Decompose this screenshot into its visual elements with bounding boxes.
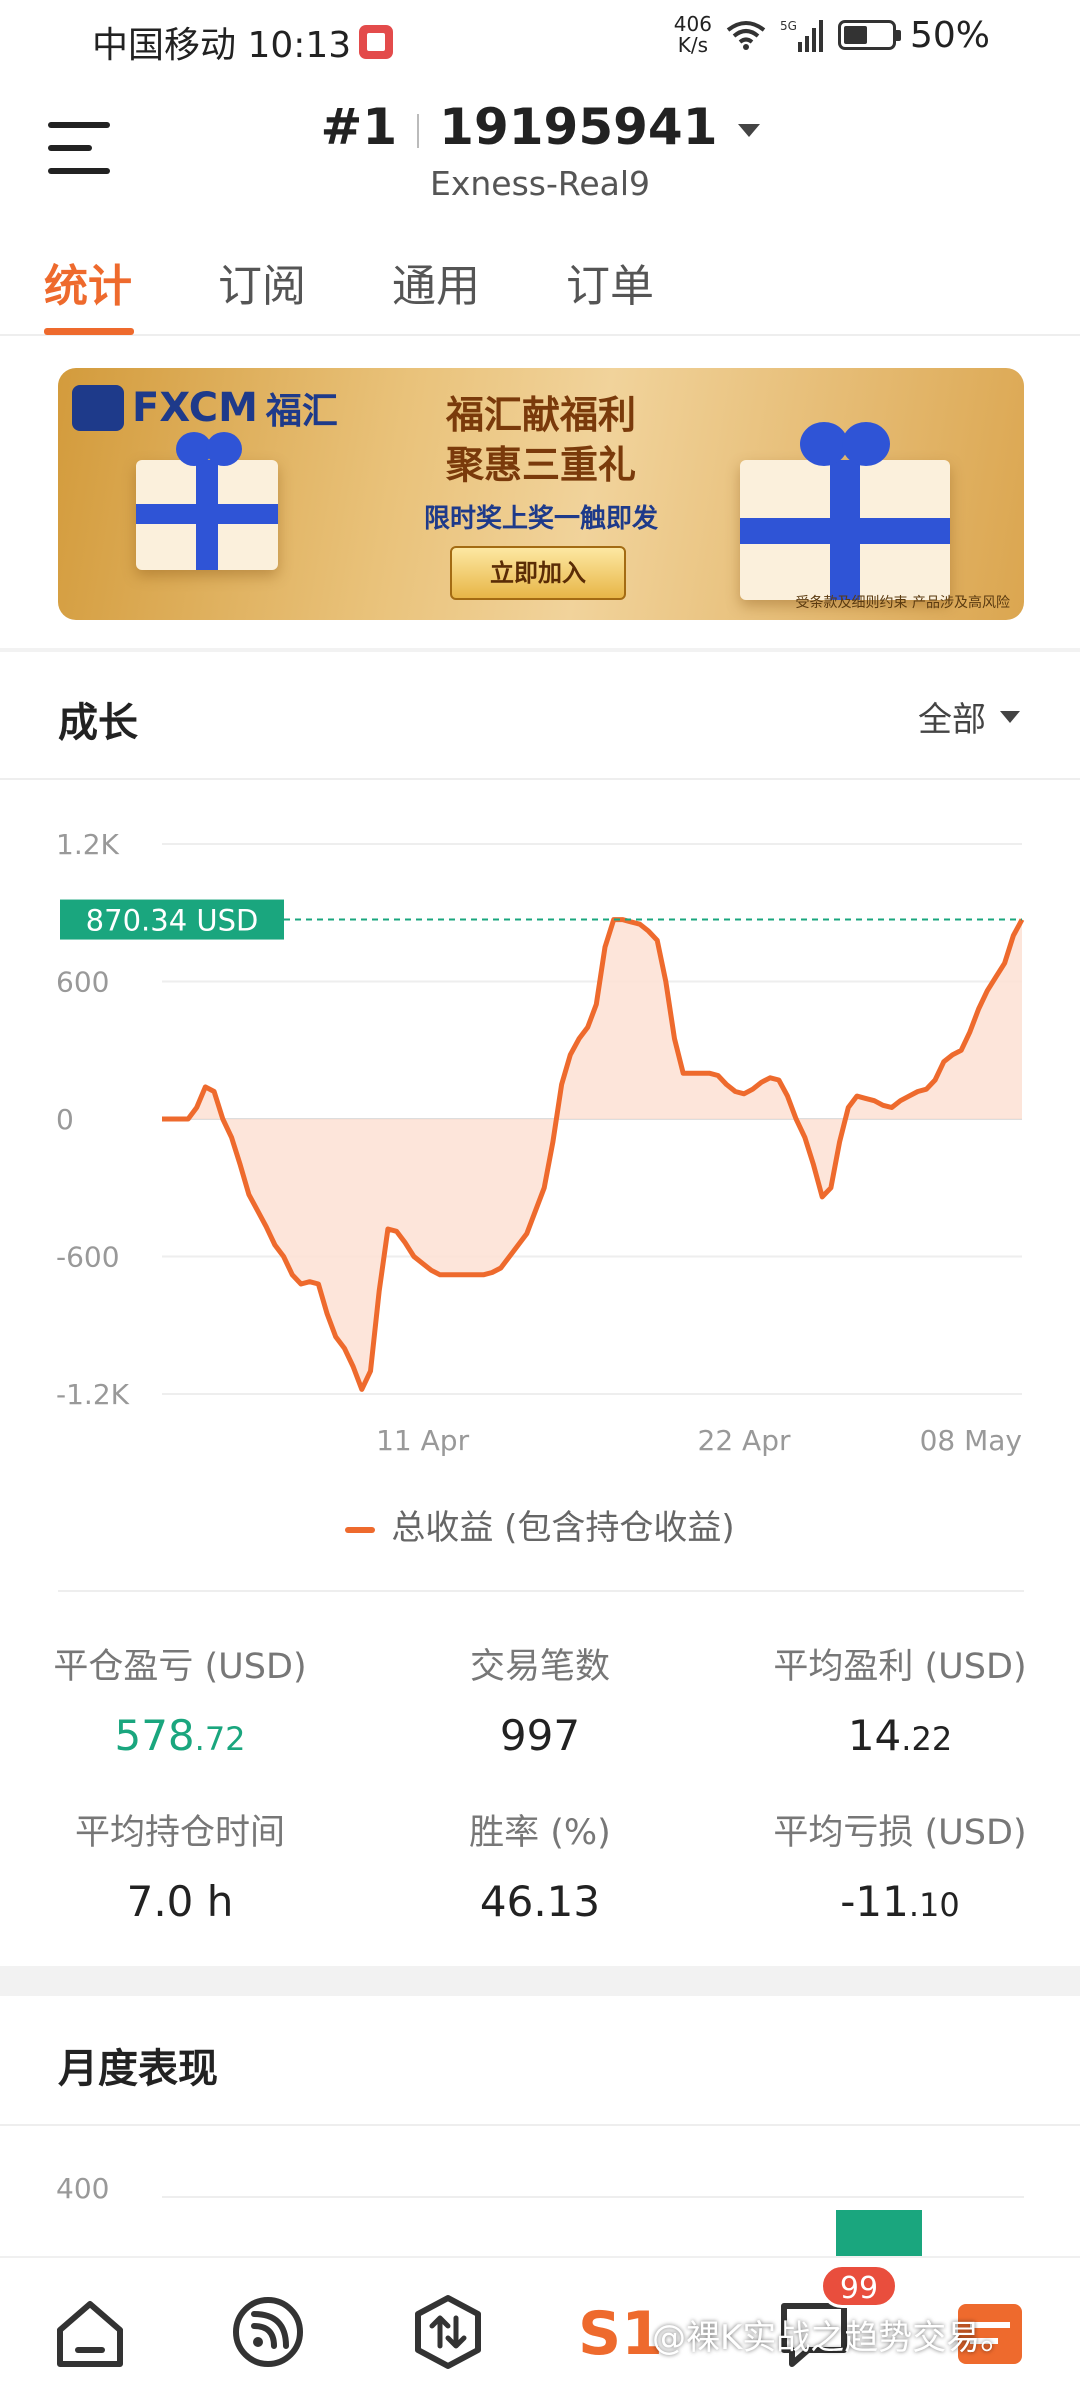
net-speed: 406 K/s bbox=[674, 14, 712, 56]
feed-icon[interactable] bbox=[228, 2292, 308, 2372]
stat-label: 平均亏损 (USD) bbox=[773, 1813, 1027, 1853]
series-area bbox=[162, 919, 1022, 1390]
monthly-header-divider bbox=[0, 2124, 1080, 2126]
message-badge: 99 bbox=[820, 2264, 898, 2308]
banner-disclaimer: 受条款及细则约束 产品涉及高风险 bbox=[795, 595, 1010, 611]
net-speed-value: 406 bbox=[673, 12, 712, 36]
current-value-label: 870.34 USD bbox=[86, 904, 259, 938]
stat-label: 胜率 (%) bbox=[469, 1813, 611, 1853]
tab-bar: 统计 订阅 通用 订单 bbox=[0, 236, 1080, 336]
x-tick-label: 11 Apr bbox=[376, 1424, 469, 1457]
stat-label: 平均持仓时间 bbox=[74, 1813, 285, 1853]
stat-avg-hold-time: 平均持仓时间 7.0 h bbox=[30, 1804, 330, 1926]
growth-title: 成长 bbox=[58, 700, 138, 746]
range-dropdown[interactable]: 全部 bbox=[918, 692, 1020, 741]
tab-subscribe[interactable]: 订阅 bbox=[218, 250, 306, 314]
stat-value: 997 bbox=[499, 1711, 581, 1760]
y-tick-label: -600 bbox=[56, 1241, 120, 1274]
stat-value: 7.0 h bbox=[126, 1877, 234, 1926]
y-tick-label: 1.2K bbox=[56, 828, 120, 861]
y-tick-label: 600 bbox=[56, 966, 109, 999]
cell-signal-icon: 5G bbox=[780, 19, 823, 52]
account-selector[interactable]: #1 19195941 bbox=[0, 98, 1080, 156]
notification-app-icon bbox=[359, 25, 394, 59]
legend-swatch bbox=[345, 1526, 376, 1533]
net-speed-unit: K/s bbox=[677, 33, 709, 57]
tab-orders[interactable]: 订单 bbox=[566, 250, 654, 314]
stat-value: -11.10 bbox=[840, 1877, 960, 1926]
banner-headline: 福汇献福利 聚惠三重礼 bbox=[58, 390, 1024, 490]
chevron-down-icon bbox=[1000, 710, 1020, 723]
monthly-title: 月度表现 bbox=[58, 2046, 218, 2092]
y-tick-label: -1.2K bbox=[56, 1378, 130, 1411]
section-gap bbox=[0, 1966, 1080, 1996]
battery-percent: 50% bbox=[909, 14, 990, 56]
legend-label: 总收益 (包含持仓收益) bbox=[391, 1508, 735, 1548]
account-number: 19195941 bbox=[439, 98, 718, 156]
status-bar: 中国移动 10:13 406 K/s 5G 50% bbox=[0, 0, 1080, 80]
growth-chart[interactable]: 1.2K 600 0 -600 -1.2K 870.34 USD 11 Apr 22 Apr 0… bbox=[0, 780, 1080, 1480]
account-rank: #1 bbox=[320, 98, 398, 156]
battery-level bbox=[843, 26, 867, 44]
home-icon[interactable] bbox=[50, 2292, 130, 2372]
monthly-y-tick: 400 bbox=[56, 2172, 110, 2205]
trade-icon[interactable] bbox=[408, 2292, 488, 2372]
join-now-button[interactable]: 立即加入 bbox=[450, 546, 626, 600]
section-divider bbox=[0, 648, 1080, 652]
stat-avg-profit: 平均盈利 (USD) 14.22 bbox=[750, 1638, 1050, 1760]
x-tick-label: 22 Apr bbox=[698, 1424, 791, 1457]
stat-closed-pnl: 平仓盈亏 (USD) 578.72 bbox=[30, 1638, 330, 1760]
title-separator bbox=[417, 113, 420, 148]
chart-legend: 总收益 (包含持仓收益) bbox=[0, 1500, 1080, 1549]
stat-label: 交易笔数 bbox=[469, 1647, 610, 1687]
account-server: Exness-Real9 bbox=[429, 164, 651, 203]
signal-type-label: 5G bbox=[780, 19, 797, 33]
banner-headline-2: 聚惠三重礼 bbox=[445, 443, 636, 487]
app-header: #1 19195941 Exness-Real9 bbox=[0, 80, 1080, 220]
tab-general[interactable]: 通用 bbox=[392, 250, 480, 314]
battery-icon bbox=[837, 20, 901, 50]
stat-label: 平仓盈亏 (USD) bbox=[53, 1647, 307, 1687]
stat-value: 14.22 bbox=[847, 1711, 953, 1760]
carrier-time: 中国移动 10:13 bbox=[92, 25, 352, 66]
banner-headline-1: 福汇献福利 bbox=[445, 393, 636, 437]
tab-statistics[interactable]: 统计 bbox=[44, 250, 132, 314]
stat-value: 578.72 bbox=[114, 1711, 246, 1760]
status-left: 中国移动 10:13 bbox=[92, 16, 394, 68]
y-tick-label: 0 bbox=[56, 1103, 74, 1136]
active-tab-indicator bbox=[44, 328, 134, 335]
status-right: 406 K/s 5G 50% bbox=[674, 14, 990, 56]
x-tick-label: 08 May bbox=[920, 1424, 1022, 1457]
banner-subline: 限时奖上奖一触即发 bbox=[423, 504, 658, 534]
stat-avg-loss: 平均亏损 (USD) -11.10 bbox=[750, 1804, 1050, 1926]
promo-banner[interactable]: FXCM 福汇 福汇献福利 聚惠三重礼 限时奖上奖一触即发 立即加入 受条款及细… bbox=[58, 368, 1024, 620]
chevron-down-icon bbox=[737, 124, 760, 137]
stat-trade-count: 交易笔数 997 bbox=[390, 1638, 690, 1760]
watermark-text: @裸K实战之趋势交易。 bbox=[652, 2318, 1015, 2358]
wifi-icon bbox=[726, 21, 766, 50]
svg-text:S1: S1 bbox=[578, 2299, 663, 2369]
stat-value: 46.13 bbox=[479, 1877, 601, 1926]
range-label: 全部 bbox=[918, 700, 986, 740]
monthly-bar[interactable] bbox=[836, 2210, 922, 2256]
stat-label: 平均盈利 (USD) bbox=[773, 1647, 1027, 1687]
stat-win-rate: 胜率 (%) 46.13 bbox=[390, 1804, 690, 1926]
stats-divider bbox=[58, 1590, 1024, 1592]
monthly-gridline bbox=[162, 2196, 1024, 2198]
